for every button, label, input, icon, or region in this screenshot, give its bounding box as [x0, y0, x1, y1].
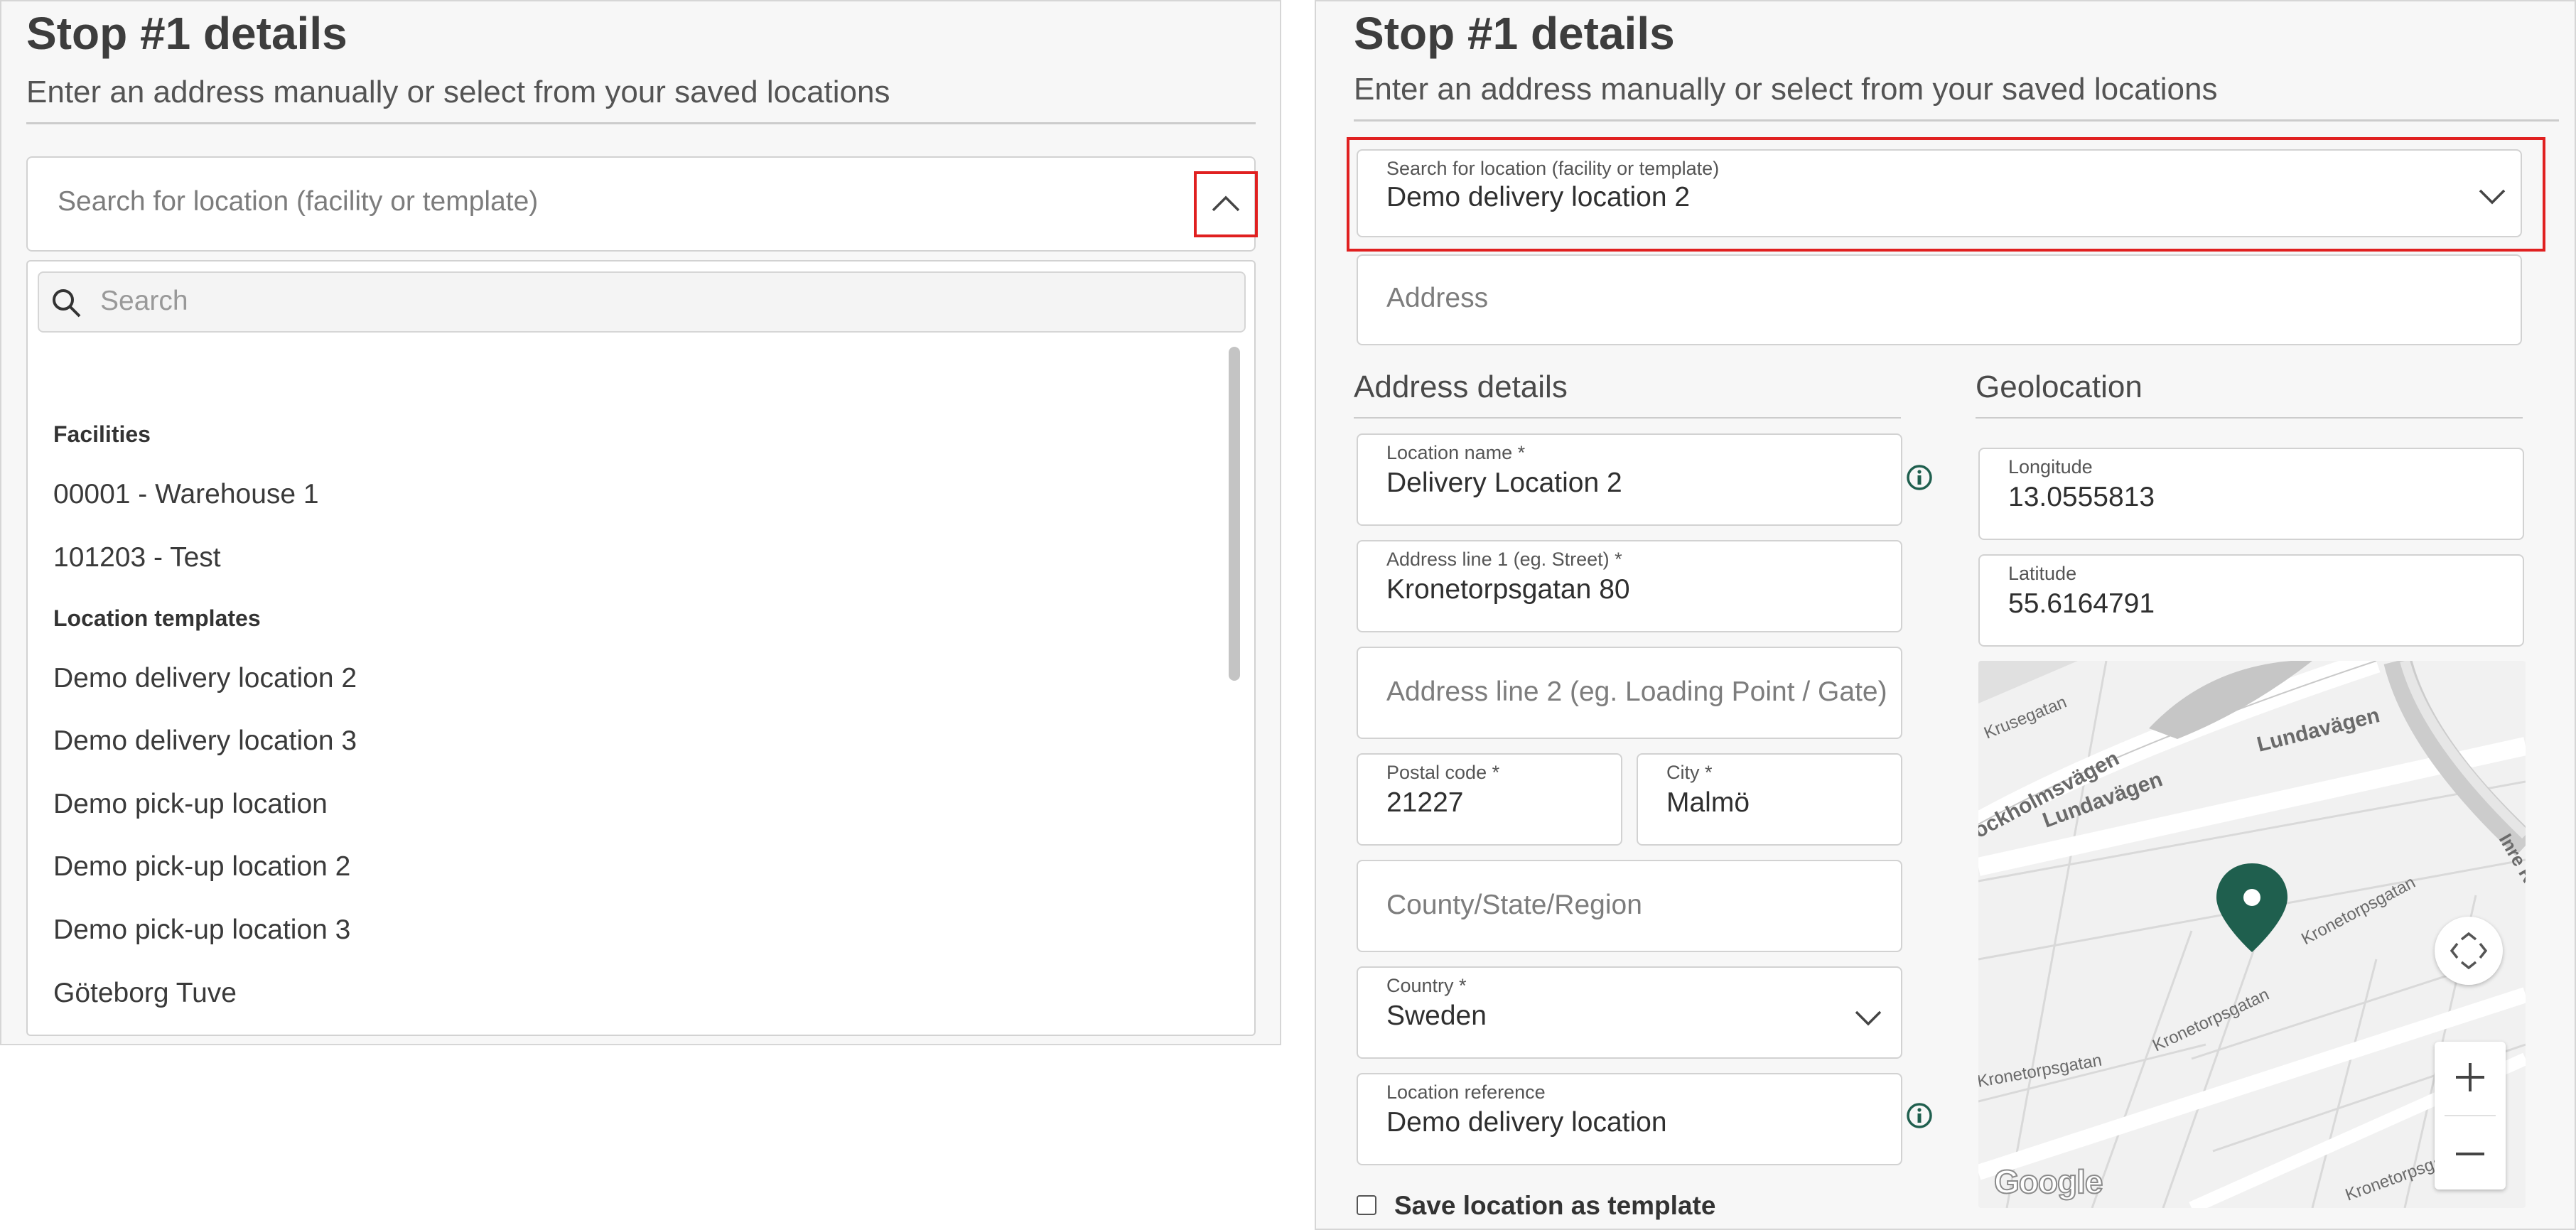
page-subtitle: Enter an address manually or select from…	[1354, 72, 2218, 107]
postal-code-label: Postal code *	[1386, 762, 1500, 783]
zoom-out-icon[interactable]	[2453, 1137, 2487, 1171]
address-line1-value: Kronetorpsgatan 80	[1386, 574, 1630, 605]
scrollbar-thumb[interactable]	[1229, 347, 1240, 681]
chevron-down-icon[interactable]	[1854, 1009, 1882, 1027]
list-item[interactable]: Demo pick-up location	[53, 789, 328, 820]
location-name-value: Delivery Location 2	[1386, 468, 1622, 498]
right-panel: Stop #1 details Enter an address manuall…	[1315, 0, 2576, 1230]
location-search-select[interactable]: Search for location (facility or templat…	[26, 156, 1256, 252]
address-field[interactable]: Address	[1357, 254, 2522, 345]
city-value: Malmö	[1666, 787, 1750, 818]
address-line1-label: Address line 1 (eg. Street) *	[1386, 549, 1622, 570]
location-reference-field[interactable]: Location reference Demo delivery locatio…	[1357, 1073, 1902, 1165]
county-placeholder: County/State/Region	[1386, 890, 1642, 920]
latitude-field[interactable]: Latitude 55.6164791	[1978, 554, 2524, 647]
info-icon[interactable]	[1906, 1102, 1933, 1129]
highlight-box	[1347, 137, 2545, 252]
address-line1-field[interactable]: Address line 1 (eg. Street) * Kronetorps…	[1357, 540, 1902, 632]
search-placeholder: Search	[100, 286, 188, 316]
divider	[26, 122, 1256, 124]
latitude-value: 55.6164791	[2008, 588, 2155, 619]
location-reference-label: Location reference	[1386, 1081, 1546, 1103]
divider	[2445, 1115, 2496, 1116]
list-item[interactable]: Demo pick-up location 2	[53, 851, 350, 883]
page-title: Stop #1 details	[1354, 8, 1675, 59]
group-header-location-templates: Location templates	[53, 605, 261, 631]
fullscreen-button[interactable]	[2435, 917, 2503, 985]
county-field[interactable]: County/State/Region	[1357, 860, 1902, 952]
divider	[1976, 417, 2523, 419]
group-header-facilities: Facilities	[53, 421, 151, 447]
location-name-field[interactable]: Location name * Delivery Location 2	[1357, 433, 1902, 526]
divider	[1354, 119, 2559, 122]
longitude-label: Longitude	[2008, 456, 2093, 478]
latitude-label: Latitude	[2008, 563, 2077, 584]
address-details-heading: Address details	[1354, 369, 1568, 404]
page-subtitle: Enter an address manually or select from…	[26, 75, 890, 109]
address-line2-placeholder: Address line 2 (eg. Loading Point / Gate…	[1386, 676, 1887, 707]
left-panel: Stop #1 details Enter an address manuall…	[0, 0, 1281, 1045]
location-name-label: Location name *	[1386, 442, 1526, 463]
dropdown-search-input[interactable]: Search	[38, 271, 1246, 333]
country-label: Country *	[1386, 975, 1467, 996]
map[interactable]: Krusegatan Lundavägen Lundavägen ockholm…	[1978, 661, 2526, 1208]
list-item[interactable]: 00001 - Warehouse 1	[53, 479, 319, 510]
list-item[interactable]: Göteborg Tuve	[53, 978, 237, 1009]
country-value: Sweden	[1386, 1000, 1487, 1031]
list-item[interactable]: 101203 - Test	[53, 542, 221, 573]
divider	[1354, 417, 1901, 419]
page-title: Stop #1 details	[26, 8, 347, 59]
city-label: City *	[1666, 762, 1713, 783]
address-line2-field[interactable]: Address line 2 (eg. Loading Point / Gate…	[1357, 647, 1902, 739]
location-reference-value: Demo delivery location	[1386, 1107, 1667, 1138]
info-icon[interactable]	[1906, 464, 1933, 491]
postal-code-value: 21227	[1386, 787, 1464, 818]
address-placeholder: Address	[1386, 283, 1489, 313]
google-logo: Google	[1993, 1162, 2103, 1201]
longitude-value: 13.0555813	[2008, 482, 2155, 512]
list-item[interactable]: Demo delivery location 2	[53, 663, 357, 694]
list-item[interactable]: Demo pick-up location 3	[53, 915, 350, 946]
location-search-placeholder: Search for location (facility or templat…	[58, 186, 539, 217]
postal-code-field[interactable]: Postal code * 21227	[1357, 753, 1622, 846]
chevron-up-icon[interactable]	[1211, 193, 1241, 213]
save-template-label[interactable]: Save location as template	[1394, 1191, 1715, 1221]
longitude-field[interactable]: Longitude 13.0555813	[1978, 448, 2524, 540]
country-select[interactable]: Country * Sweden	[1357, 966, 1902, 1059]
list-item[interactable]: Demo delivery location 3	[53, 725, 357, 757]
zoom-in-icon[interactable]	[2453, 1060, 2487, 1094]
save-template-checkbox[interactable]	[1357, 1195, 1376, 1215]
city-field[interactable]: City * Malmö	[1637, 753, 1902, 846]
search-icon	[53, 289, 81, 318]
fullscreen-icon	[2450, 932, 2487, 969]
zoom-controls	[2435, 1042, 2506, 1189]
geolocation-heading: Geolocation	[1976, 369, 2143, 404]
